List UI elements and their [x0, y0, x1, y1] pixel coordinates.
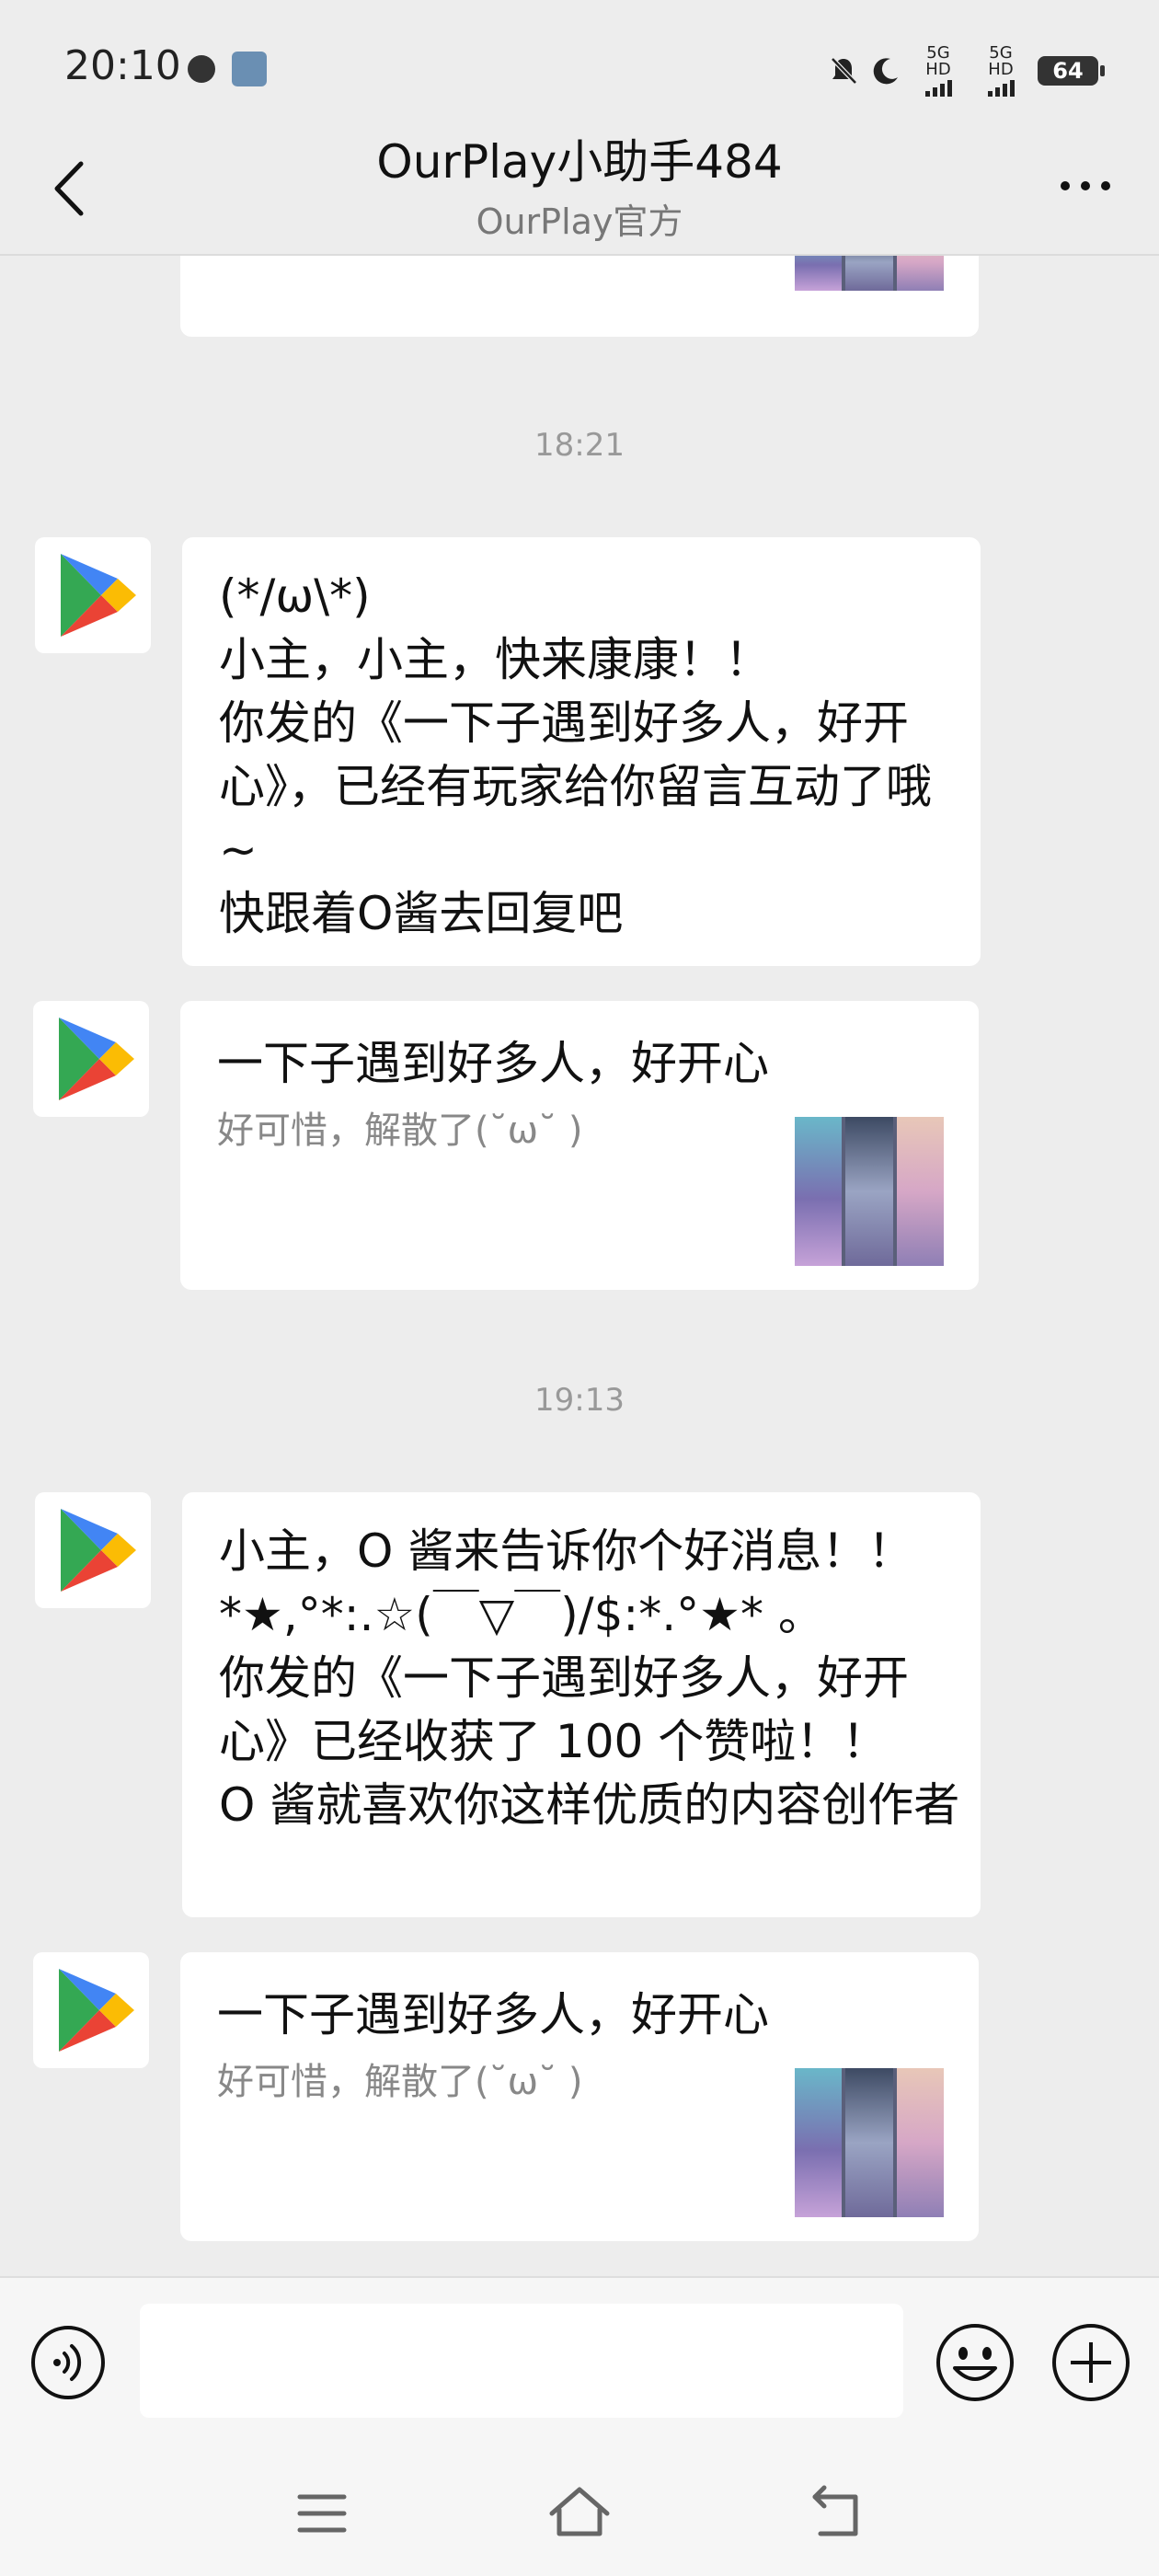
chat-title: OurPlay小助手484: [376, 135, 783, 189]
back-arrow-icon: [812, 2485, 858, 2536]
signal-1: 5G HD: [912, 45, 964, 97]
system-nav-bar: [0, 2444, 1159, 2576]
message-bubble[interactable]: 小主，O 酱来告诉你个好消息！！ *★,°*:.☆(￣▽￣)/$:*.°★* 。…: [182, 1492, 981, 1917]
avatar[interactable]: [33, 1952, 149, 2068]
google-play-icon: [59, 1969, 134, 2052]
card-title: 一下子遇到好多人，好开心: [217, 1988, 769, 2041]
app-notification-icon: [232, 52, 267, 86]
emoji-button[interactable]: [935, 2322, 1016, 2403]
notification-icon: [188, 55, 215, 83]
google-play-icon: [61, 1509, 136, 1592]
signal-2: 5G HD: [975, 45, 1027, 97]
message-input[interactable]: [140, 2304, 903, 2418]
link-card[interactable]: 一下子遇到好多人，好开心 好可惜，解散了(˘ω˘ ): [180, 1952, 979, 2241]
message-text: (*/ω\*) 小主，小主，快来康康！！ 你发的《一下子遇到好多人，好开心》，已…: [219, 569, 932, 940]
network-label-2: 5G HD: [988, 43, 1014, 79]
more-button[interactable]: [1049, 158, 1122, 213]
message-list[interactable]: 18:21 (*/ω\*) 小主，小主，快来康康！！ 你发的《一下子遇到好多人，…: [0, 256, 1159, 2276]
status-time: 20:10: [64, 42, 181, 89]
chat-screen: 20:10 5G HD 5G HD 64 OurPlay小助手484 OurPl…: [0, 0, 1159, 2576]
link-card[interactable]: 一下子遇到好多人，好开心 好可惜，解散了(˘ω˘ ): [180, 1001, 979, 1290]
avatar[interactable]: [33, 1001, 149, 1117]
more-actions-button[interactable]: [1050, 2322, 1131, 2403]
status-icons: 5G HD 5G HD 64: [828, 45, 1105, 97]
message-text: 小主，O 酱来告诉你个好消息！！ *★,°*:.☆(￣▽￣)/$:*.°★* 。…: [219, 1524, 960, 1832]
home-button[interactable]: [543, 2477, 616, 2550]
moon-icon: [873, 58, 898, 85]
timestamp: 18:21: [534, 427, 625, 464]
status-bar: 20:10 5G HD 5G HD 64: [0, 0, 1159, 138]
battery-icon: 64: [1038, 56, 1105, 86]
mute-icon: [831, 57, 857, 85]
google-play-icon: [59, 1018, 134, 1100]
emoji-icon: [936, 2324, 1014, 2401]
plus-icon: [1052, 2324, 1130, 2401]
signal-bars-icon: [912, 78, 964, 97]
message-bubble[interactable]: (*/ω\*) 小主，小主，快来康康！！ 你发的《一下子遇到好多人，好开心》，已…: [182, 537, 981, 966]
more-dots-icon: [1061, 181, 1110, 190]
menu-button[interactable]: [285, 2477, 359, 2550]
voice-icon: [31, 2326, 105, 2399]
avatar[interactable]: [35, 1492, 151, 1608]
chat-subtitle: OurPlay官方: [476, 201, 683, 242]
message-card-partial[interactable]: [180, 256, 979, 337]
avatar[interactable]: [35, 537, 151, 653]
card-thumbnail: [795, 256, 944, 291]
card-thumbnail: [795, 1117, 944, 1266]
card-thumbnail: [795, 2068, 944, 2217]
back-nav-button[interactable]: [800, 2477, 874, 2550]
card-description: 好可惜，解散了(˘ω˘ ): [217, 2061, 583, 2103]
home-icon: [549, 2487, 610, 2536]
timestamp: 19:13: [534, 1382, 625, 1419]
card-title: 一下子遇到好多人，好开心: [217, 1037, 769, 1090]
voice-button[interactable]: [29, 2324, 107, 2401]
network-label-1: 5G HD: [925, 43, 951, 79]
google-play-icon: [61, 554, 136, 637]
menu-icon: [297, 2494, 347, 2533]
input-bar: [0, 2276, 1159, 2444]
signal-bars-icon: [975, 78, 1027, 97]
card-description: 好可惜，解散了(˘ω˘ ): [217, 1110, 583, 1152]
